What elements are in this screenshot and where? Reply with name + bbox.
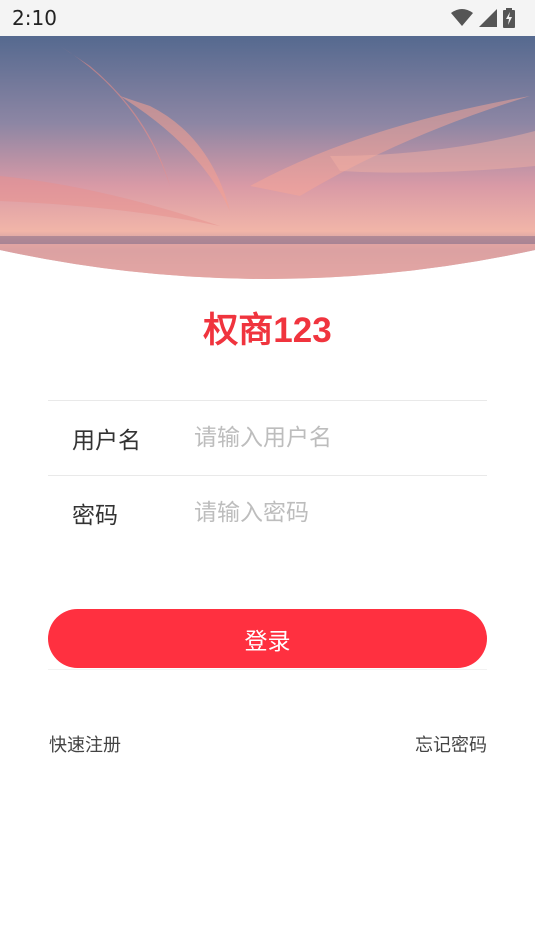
status-bar: 2:10	[0, 0, 535, 36]
wifi-icon	[451, 9, 473, 26]
username-input[interactable]	[194, 425, 487, 451]
username-row: 用户名	[48, 400, 487, 475]
username-label: 用户名	[72, 428, 141, 454]
hero-banner-image	[0, 36, 535, 279]
cell-signal-icon	[479, 9, 497, 27]
password-label: 密码	[72, 503, 118, 529]
password-input[interactable]	[194, 500, 487, 526]
battery-charging-icon	[503, 8, 515, 28]
status-icons	[451, 8, 515, 28]
login-form: 用户名 密码	[48, 400, 487, 550]
register-link[interactable]: 快速注册	[49, 731, 121, 757]
login-divider	[48, 669, 487, 670]
password-row: 密码	[48, 475, 487, 550]
login-button[interactable]: 登录	[48, 609, 487, 668]
app-title: 权商123	[203, 311, 332, 350]
forgot-password-link[interactable]: 忘记密码	[415, 731, 487, 757]
status-time: 2:10	[12, 6, 57, 30]
